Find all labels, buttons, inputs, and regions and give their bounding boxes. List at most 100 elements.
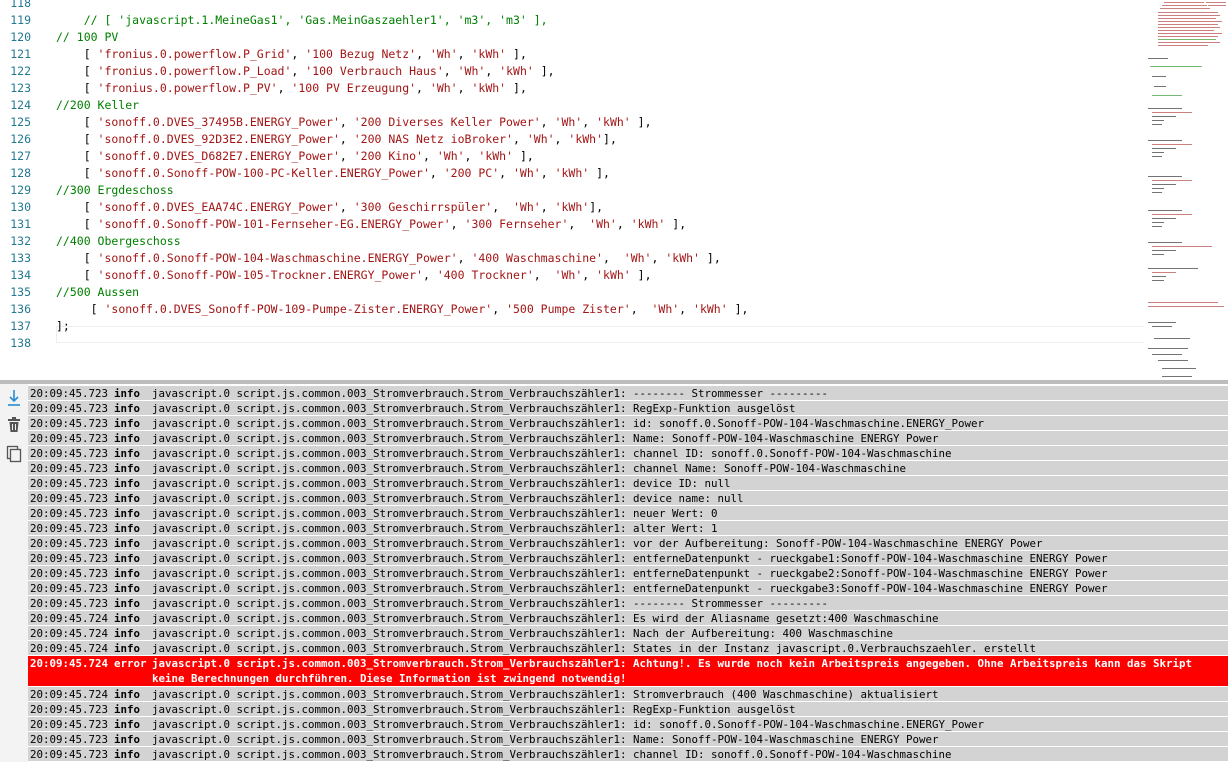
log-row[interactable]: 20:09:45.723 info javascript.0 script.js.c…	[28, 716, 1228, 731]
minimap-line	[1152, 326, 1172, 327]
log-message: javascript.0 script.js.common.003_Stromv…	[152, 492, 744, 505]
code-editor[interactable]: 118 119 120 121 122 123 124 125 126 127 128 129 130 1…	[0, 0, 1228, 380]
log-row[interactable]: 20:09:45.723 info javascript.0 script.js.c…	[28, 505, 1228, 520]
line-number: 136	[10, 302, 31, 316]
clear-log-button[interactable]	[2, 415, 26, 439]
code-line: [ 'fronius.0.powerflow.P_Load', '100 Ver…	[56, 63, 555, 80]
log-time: 20:09:45.723	[30, 537, 109, 550]
log-row[interactable]: 20:09:45.723 info javascript.0 script.js.c…	[28, 535, 1228, 550]
minimap-line	[1154, 86, 1166, 87]
log-row[interactable]: 20:09:45.723 info javascript.0 script.js.c…	[28, 385, 1228, 400]
log-row[interactable]: 20:09:45.723 info javascript.0 script.js.c…	[28, 550, 1228, 565]
code-string: 'kWh'	[596, 268, 631, 282]
code-text-area[interactable]: // [ 'javascript.1.MeineGas1', 'Gas.Mein…	[56, 0, 1140, 380]
minimap-line	[1158, 33, 1222, 34]
code-line: [ 'sonoff.0.Sonoff-POW-104-Waschmaschine…	[56, 250, 721, 267]
log-row[interactable]: 20:09:45.724 info javascript.0 script.js.c…	[28, 640, 1228, 655]
minimap-line	[1152, 192, 1162, 193]
code-punctuation: [	[56, 132, 98, 146]
code-line: ];	[56, 318, 70, 335]
log-time: 20:09:45.724	[30, 688, 109, 701]
log-time: 20:09:45.723	[30, 703, 109, 716]
code-string: '200 Kino'	[353, 149, 423, 163]
code-string: 'Wh'	[623, 251, 652, 265]
log-row[interactable]: 20:09:45.723 info javascript.0 script.js.c…	[28, 731, 1228, 746]
minimap-line	[1206, 2, 1226, 3]
code-line: [ 'sonoff.0.DVES_D682E7.ENERGY_Power', '…	[56, 148, 534, 165]
log-time: 20:09:45.724	[30, 627, 109, 640]
log-message: javascript.0 script.js.common.003_Stromv…	[152, 477, 731, 490]
code-string: '400 Trockner'	[436, 268, 534, 282]
log-time: 20:09:45.723	[30, 552, 109, 565]
code-punctuation: ],	[506, 47, 527, 61]
log-row[interactable]: 20:09:45.724 info javascript.0 script.js.c…	[28, 610, 1228, 625]
log-row[interactable]: 20:09:45.724 info javascript.0 script.js.c…	[28, 686, 1228, 701]
log-toolbar	[0, 384, 28, 762]
code-string: '200 Diverses Keller Power'	[353, 115, 541, 129]
minimap-line	[1152, 184, 1176, 185]
code-punctuation: ,	[651, 251, 666, 265]
log-row[interactable]: 20:09:45.723 info javascript.0 script.js.c…	[28, 430, 1228, 445]
code-punctuation: ,	[464, 149, 479, 163]
log-time: 20:09:45.723	[30, 447, 109, 460]
minimap-line	[1152, 246, 1212, 247]
log-row[interactable]: 20:09:45.723 info javascript.0 script.js.c…	[28, 400, 1228, 415]
code-punctuation: ,	[533, 268, 555, 282]
code-line: [ 'sonoff.0.DVES_92D3E2.ENERGY_Power', '…	[56, 131, 617, 148]
minimap-line	[1148, 306, 1224, 307]
minimap-line	[1158, 30, 1214, 31]
minimap-line	[1152, 272, 1176, 273]
log-row[interactable]: 20:09:45.723 info javascript.0 script.js.c…	[28, 580, 1228, 595]
log-message: javascript.0 script.js.common.003_Stromv…	[152, 612, 939, 625]
log-row[interactable]: 20:09:45.723 info javascript.0 script.js.c…	[28, 746, 1228, 761]
code-string: '100 Verbrauch Haus'	[305, 64, 444, 78]
code-string: '200 NAS Netz ioBroker'	[353, 132, 513, 146]
code-string: 'Wh'	[429, 81, 458, 95]
log-row[interactable]: 20:09:45.723 info javascript.0 script.js.c…	[28, 520, 1228, 535]
code-punctuation: ,	[416, 81, 430, 95]
code-punctuation: [	[56, 166, 98, 180]
log-level: info	[114, 417, 141, 430]
code-string: 'kWh'	[630, 217, 666, 231]
log-row[interactable]: 20:09:45.724 info javascript.0 script.js.c…	[28, 625, 1228, 640]
log-message: javascript.0 script.js.common.003_Stromv…	[152, 567, 1108, 580]
log-row[interactable]: 20:09:45.723 info javascript.0 script.js.c…	[28, 475, 1228, 490]
scroll-to-bottom-button[interactable]	[2, 388, 26, 412]
log-level: info	[114, 688, 141, 701]
log-level: info	[114, 642, 141, 655]
code-string: 'kWh'	[471, 81, 507, 95]
code-string: 'kWh'	[568, 132, 604, 146]
code-punctuation: ,	[499, 166, 513, 180]
code-string: 'kWh'	[596, 115, 631, 129]
log-message: javascript.0 script.js.common.003_Stromv…	[152, 748, 952, 761]
code-punctuation: [	[56, 149, 98, 163]
code-string: '100 Bezug Netz'	[305, 47, 417, 61]
line-number: 134	[10, 268, 31, 282]
log-time: 20:09:45.724	[30, 612, 109, 625]
copy-log-button[interactable]	[2, 444, 26, 468]
log-row[interactable]: 20:09:45.723 info javascript.0 script.js.c…	[28, 490, 1228, 505]
log-time: 20:09:45.723	[30, 522, 109, 535]
code-punctuation: [	[56, 47, 98, 61]
log-row[interactable]: 20:09:45.723 info javascript.0 script.js.c…	[28, 460, 1228, 475]
log-row[interactable]: 20:09:45.723 info javascript.0 script.js.c…	[28, 565, 1228, 580]
log-row[interactable]: 20:09:45.723 info javascript.0 script.js.c…	[28, 415, 1228, 430]
code-line: // [ 'javascript.1.MeineGas1', 'Gas.Mein…	[56, 12, 548, 29]
minimap-line	[1152, 254, 1164, 255]
minimap[interactable]	[1144, 0, 1228, 380]
code-string: 'sonoff.0.DVES_37495B.ENERGY_Power'	[97, 115, 340, 129]
line-number: 132	[10, 234, 31, 248]
log-row[interactable]: 20:09:45.723 info javascript.0 script.js.c…	[28, 595, 1228, 610]
minimap-line	[1148, 322, 1176, 323]
minimap-line	[1148, 58, 1168, 59]
code-punctuation: ,	[492, 200, 513, 214]
log-panel[interactable]: 20:09:45.723 info javascript.0 script.js.c…	[28, 384, 1228, 762]
log-time: 20:09:45.724	[30, 642, 109, 655]
code-punctuation: ],	[699, 251, 721, 265]
log-message: javascript.0 script.js.common.003_Stromv…	[152, 733, 939, 746]
log-row[interactable]: 20:09:45.723 info javascript.0 script.js.c…	[28, 701, 1228, 716]
log-message: javascript.0 script.js.common.003_Stromv…	[152, 597, 829, 610]
log-row-error[interactable]: 20:09:45.724 error javascript.0 script.js.…	[28, 655, 1228, 686]
log-level: info	[114, 387, 141, 400]
log-row[interactable]: 20:09:45.723 info javascript.0 script.js.c…	[28, 445, 1228, 460]
